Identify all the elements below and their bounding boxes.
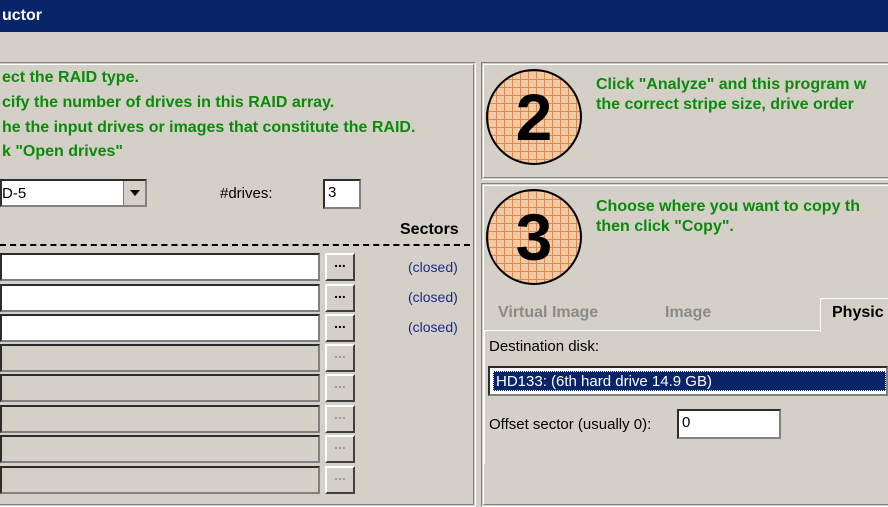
step-3-number: 3 — [515, 200, 553, 274]
offset-sector-input[interactable]: 0 — [677, 409, 781, 439]
dashed-divider — [0, 244, 470, 246]
browse-button-6: ... — [325, 405, 355, 433]
drive-status-1: (closed) — [408, 259, 458, 275]
browse-button-7: ... — [325, 435, 355, 463]
drive-input-6 — [0, 405, 320, 433]
browse-button-1[interactable]: ... — [325, 253, 355, 281]
chevron-down-icon — [129, 190, 140, 196]
drive-input-1[interactable] — [0, 253, 320, 281]
browse-button-8: ... — [325, 466, 355, 494]
title-bar: uctor — [0, 0, 888, 32]
instruction-line-2: cify the number of drives in this RAID a… — [2, 94, 335, 111]
instruction-line-1: ect the RAID type. — [2, 69, 139, 86]
raid-type-value: D-5 — [2, 185, 27, 202]
browse-button-2[interactable]: ... — [325, 284, 355, 312]
step-3-badge-icon: 3 — [486, 189, 582, 285]
browse-button-4: ... — [325, 344, 355, 372]
drive-input-7 — [0, 435, 320, 463]
step2-text-2: the correct stripe size, drive order — [596, 96, 854, 113]
browse-button-5: ... — [325, 374, 355, 402]
offset-label: Offset sector (usually 0): — [489, 416, 652, 433]
instruction-line-4: k "Open drives" — [2, 143, 123, 160]
step-2-badge-icon: 2 — [486, 69, 582, 165]
sectors-header: Sectors — [400, 221, 459, 238]
drive-input-4 — [0, 344, 320, 372]
tab-physical[interactable]: Physic — [832, 304, 884, 322]
step3-text-2: then click "Copy". — [596, 218, 734, 235]
drive-status-2: (closed) — [408, 289, 458, 305]
destination-disk-list[interactable]: HD133: (6th hard drive 14.9 GB) — [488, 366, 888, 396]
destination-disk-selected[interactable]: HD133: (6th hard drive 14.9 GB) — [493, 371, 886, 391]
dropdown-button[interactable] — [123, 181, 145, 205]
drive-input-5 — [0, 374, 320, 402]
window-title: uctor — [2, 7, 42, 24]
drive-input-2[interactable] — [0, 284, 320, 312]
drive-status-3: (closed) — [408, 319, 458, 335]
step-2-number: 2 — [515, 80, 553, 154]
raid-type-select[interactable]: D-5 — [0, 179, 147, 207]
tab-virtual-image[interactable]: Virtual Image — [498, 304, 598, 322]
drive-input-3[interactable] — [0, 314, 320, 342]
drives-count-input[interactable]: 3 — [323, 179, 361, 209]
tab-image[interactable]: Image — [665, 304, 711, 322]
drive-input-8 — [0, 466, 320, 494]
instruction-line-3: he the input drives or images that const… — [2, 119, 416, 136]
destination-label: Destination disk: — [489, 338, 600, 355]
browse-button-3[interactable]: ... — [325, 314, 355, 342]
drives-label: #drives: — [220, 185, 273, 202]
